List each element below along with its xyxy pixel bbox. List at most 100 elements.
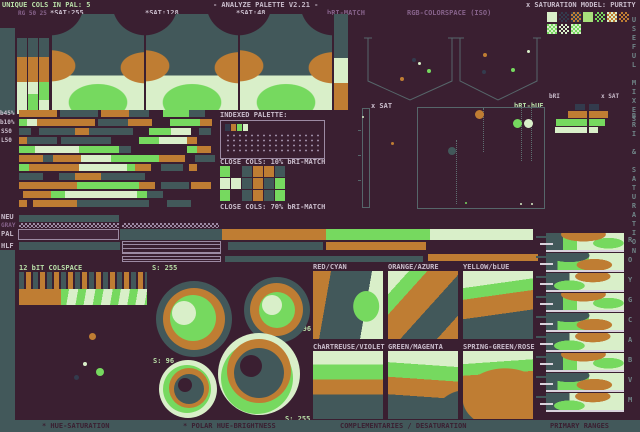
close-col-cell [264,190,274,201]
bri-saturation-rail-label: BRI & SATURATION [630,112,638,256]
scatter-guide-line [456,140,457,204]
bar-segment [29,164,79,171]
analysis-bar-row [19,200,191,207]
bar-segment [75,173,101,180]
rg-label: RG 50 25 [18,10,47,17]
bar-segment [27,137,57,144]
scatter-point [483,53,487,57]
primary-range-band-O [536,253,624,272]
bar-segment [199,128,211,135]
scatter-point [96,368,104,376]
bar-segment [151,164,161,171]
close-col-cell [242,178,252,189]
comp-panel-yellow-blue [463,271,533,339]
bar-segment [37,119,95,126]
app-title: - ANALYZE PALETTE V2.21 - [213,1,319,9]
saturation-model-toggle[interactable]: x SATURATION MODEL: PURITY [526,1,636,9]
bar-segment [149,128,171,135]
bar-segment [31,128,39,135]
primary-range-letter: M [628,396,633,404]
tab-polar-hue-brightness[interactable]: * POLAR HUE-BRIGHTNESS [183,422,276,430]
scatter-point [511,68,515,72]
mix-swatch [607,12,617,22]
b45-label: b45% [0,110,15,117]
bar-segment [127,164,135,171]
colspace-comb-orange [19,289,61,305]
bar-segment [133,128,149,135]
primary-range-band-A [536,333,624,352]
close-col-cell [275,190,285,201]
bar-segment [111,155,159,162]
bar-segment [23,191,51,198]
close-col-cell [264,166,274,177]
analysis-bar-row [19,137,197,144]
scatter-point [512,118,522,128]
bar-segment [98,119,128,126]
bar-segment [65,191,137,198]
bar-segment [35,146,79,153]
analysis-bar-row [19,119,212,126]
bar-segment [19,173,43,180]
scatter-point [531,203,533,205]
close-col-cell [264,178,274,189]
bar-segment [195,155,215,162]
analysis-bar-row [19,110,205,117]
bar-segment [81,155,111,162]
pal-label: PAL [1,230,14,238]
bar-segment [53,155,81,162]
indexed-swatch [225,124,230,131]
bar-segment [19,182,77,189]
close-col-cell [220,178,230,189]
colorspace-title: RGB-COLORSPACE (ISO) [407,9,492,17]
hue-wave-panel-sat48 [240,14,332,110]
close-col-cell [253,190,263,201]
tab-hue-saturation[interactable]: * HUE-SATURATION [42,422,109,430]
indexed-swatch [243,124,248,131]
colspace-comb-top [19,272,147,289]
scatter-guide-line [531,108,532,161]
sat-axis-tick [358,155,361,156]
scatter-point [73,374,79,380]
bar-segment [19,164,29,171]
close-col-cell [242,190,252,201]
x-sat-axis-label[interactable]: x SAT [371,102,392,110]
sat-axis-tick [358,130,361,131]
tab-primary-ranges[interactable]: PRIMARY RANGES [550,422,609,430]
hue-wave-panel-sat128 [146,14,238,110]
colspace-comb-teeth [61,289,147,305]
mix-swatch [571,24,581,34]
useful-mixes-rail-label: USEFUL MIXES [630,16,638,124]
comp-label-red-cyan: RED/CYAN [313,263,347,271]
sat-pyramid-label[interactable]: x SAT [601,93,619,100]
rgb-colorspace-cubes [364,37,541,101]
bar-segment [79,164,127,171]
primary-range-letter: O [628,256,633,264]
close-col-cell [220,166,230,177]
comp-panel-chartreuse-violet [313,351,383,419]
comp-panel-orange-azure [388,271,458,339]
bar-segment [152,119,170,126]
bar-segment [101,110,129,117]
bar-segment [128,119,152,126]
bar-segment [59,173,75,180]
primary-range-band-G [536,293,624,312]
bar-segment [159,137,187,144]
primary-range-band-C [536,313,624,332]
bri-pyramid-label: bRI [549,93,560,100]
s96-label-b: S: 96 [153,357,175,365]
bar-segment [129,110,149,117]
tab-complementaries-desaturation[interactable]: COMPLEMENTARIES / DESATURATION [340,422,466,430]
bar-segment [200,119,212,126]
scatter-guide-line [521,108,522,161]
bar-segment [185,155,195,162]
gray-dither-bar [19,223,119,228]
sat-axis-tick [358,180,361,181]
unique-cols-count: UNIQUE COLS IN PAL: 5 [2,1,91,9]
analysis-bar-row [19,182,211,189]
bar-segment [111,137,139,144]
neu-bar [19,215,119,222]
primary-range-band-V [536,373,624,392]
scatter-point [88,332,96,340]
close-col-cell [220,190,230,201]
bar-segment [189,164,197,171]
